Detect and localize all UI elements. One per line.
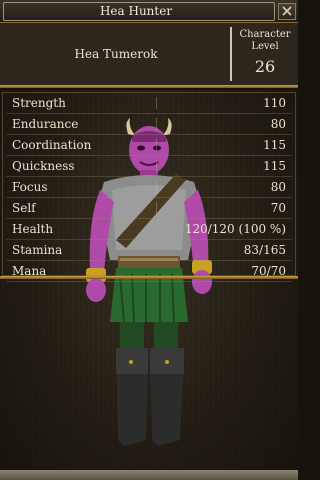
window-title: Hea Hunter [99, 4, 173, 18]
stat-row-coordination: Coordination 115 [6, 135, 292, 156]
stat-value: 120/120 (100 %) [184, 222, 286, 236]
stat-divider [156, 139, 157, 151]
stat-row-stamina: Stamina 83/165 [6, 240, 292, 261]
stat-row-health: Health 120/120 (100 %) [6, 219, 292, 240]
stat-value: 115 [263, 159, 286, 173]
stat-label: Endurance [12, 117, 79, 131]
stat-divider [156, 202, 157, 214]
stat-row-endurance: Endurance 80 [6, 114, 292, 135]
stat-value: 70 [270, 201, 286, 215]
title-bar: Hea Hunter [0, 0, 298, 23]
character-name: Hea Tumerok [74, 47, 158, 61]
stat-row-self: Self 70 [6, 198, 292, 219]
stat-label: Health [12, 222, 54, 236]
stat-value: 80 [270, 117, 286, 131]
stat-divider [156, 181, 157, 193]
stat-row-quickness: Quickness 115 [6, 156, 292, 177]
header-divider-line [0, 85, 298, 88]
close-button[interactable] [278, 3, 296, 20]
stat-label: Strength [12, 96, 66, 110]
stat-label: Quickness [12, 159, 75, 173]
stat-label: Focus [12, 180, 48, 194]
level-label: Character Level [239, 29, 291, 52]
stats-table: Strength 110 Endurance 80 Coordination 1… [6, 93, 292, 282]
stat-value: 80 [270, 180, 286, 194]
stat-label: Self [12, 201, 36, 215]
stat-value: 83/165 [243, 243, 286, 257]
stat-divider [156, 118, 157, 130]
stat-value: 115 [263, 138, 286, 152]
stats-bottom-line [0, 276, 298, 279]
stat-value: 110 [263, 96, 286, 110]
stat-divider [156, 97, 157, 109]
level-value: 26 [254, 57, 276, 76]
stat-row-focus: Focus 80 [6, 177, 292, 198]
stat-label: Coordination [12, 138, 92, 152]
window-bottom-edge [0, 470, 298, 480]
stat-label: Stamina [12, 243, 63, 257]
close-icon [282, 6, 292, 16]
stat-divider [156, 160, 157, 172]
character-header: Hea Tumerok Character Level 26 [0, 23, 298, 85]
stat-row-strength: Strength 110 [6, 93, 292, 114]
